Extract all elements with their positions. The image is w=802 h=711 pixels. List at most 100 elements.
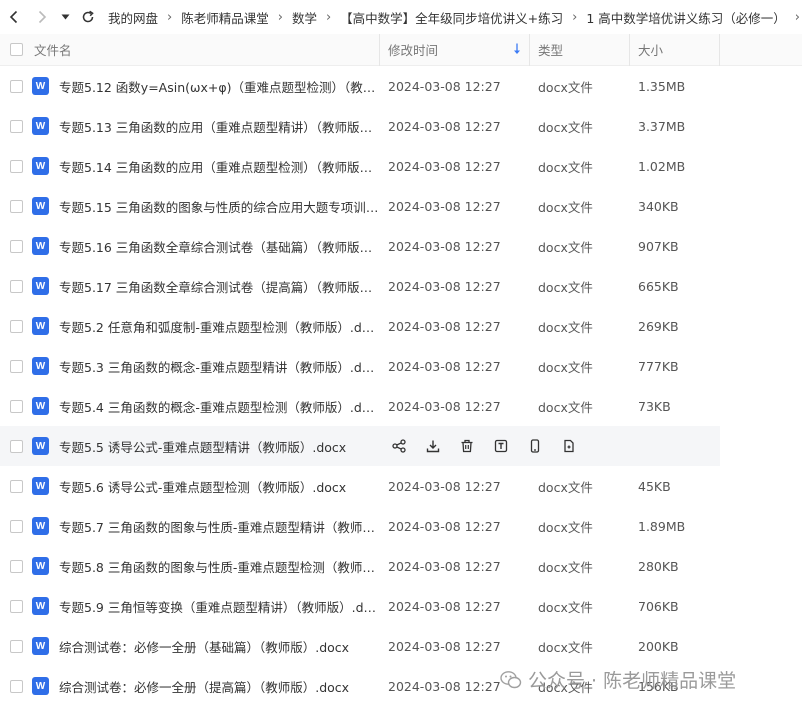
file-name-cell[interactable]: W 专题5.4 三角函数的概念-重难点题型检测（教师版）.docx xyxy=(32,397,380,416)
word-doc-icon-letter: W xyxy=(35,400,46,412)
share-button[interactable] xyxy=(388,435,410,457)
file-name-cell[interactable]: W 专题5.5 诱导公式-重难点题型精讲（教师版）.docx xyxy=(32,437,380,456)
delete-button[interactable] xyxy=(456,435,478,457)
table-row[interactable]: W 专题5.8 三角函数的图象与性质-重难点题型检测（教师版）.docx 2024-… xyxy=(0,546,802,586)
breadcrumb-item[interactable]: 【高中数学】全年级同步培优讲义+练习 xyxy=(340,8,563,27)
row-checkbox[interactable] xyxy=(9,199,23,213)
file-name[interactable]: 专题5.3 三角函数的概念-重难点题型精讲（教师版）.docx xyxy=(59,357,379,376)
back-button[interactable] xyxy=(0,3,28,31)
table-row[interactable]: W 专题5.6 诱导公式-重难点题型检测（教师版）.docx 2024-03-08 … xyxy=(0,466,802,506)
file-name-cell[interactable]: W 专题5.15 三角函数的图象与性质的综合应用大题专项训练（教师版）.docx xyxy=(32,197,380,216)
table-row[interactable]: W 专题5.12 函数y=Asin(ωx+φ)（重难点题型检测）（教师版）.doc… xyxy=(0,66,802,106)
table-row[interactable]: W 专题5.13 三角函数的应用（重难点题型精讲）（教师版）.docx 2024-0… xyxy=(0,106,802,146)
select-all-checkbox[interactable] xyxy=(9,43,23,56)
table-row[interactable]: W 专题5.9 三角恒等变换（重难点题型精讲）（教师版）.docx 2024-03-… xyxy=(0,586,802,626)
column-header-time[interactable]: 修改时间 xyxy=(380,33,530,66)
table-row[interactable]: W 综合测试卷：必修一全册（基础篇）（教师版）.docx 2024-03-08 12… xyxy=(0,626,802,666)
table-row[interactable]: W 专题5.17 三角函数全章综合测试卷（提高篇）（教师版）.docx 2024-0… xyxy=(0,266,802,306)
file-name-cell[interactable]: W 专题5.9 三角恒等变换（重难点题型精讲）（教师版）.docx xyxy=(32,597,380,616)
word-doc-icon-letter: W xyxy=(35,120,46,132)
history-dropdown-button[interactable] xyxy=(56,3,74,31)
file-name-cell[interactable]: W 专题5.17 三角函数全章综合测试卷（提高篇）（教师版）.docx xyxy=(32,277,380,296)
file-size: 3.37MB xyxy=(638,118,686,134)
column-header-type[interactable]: 类型 xyxy=(530,33,630,66)
sort-desc-icon xyxy=(514,43,520,54)
file-name[interactable]: 专题5.12 函数y=Asin(ωx+φ)（重难点题型检测）（教师版）.docx xyxy=(59,77,379,96)
column-header-name[interactable]: 文件名 xyxy=(32,33,380,66)
breadcrumb-item[interactable]: 陈老师精品课堂 xyxy=(181,8,269,27)
word-doc-icon-letter: W xyxy=(35,480,46,492)
row-checkbox[interactable] xyxy=(9,239,23,253)
file-name[interactable]: 专题5.14 三角函数的应用（重难点题型检测）（教师版）.docx xyxy=(59,157,379,176)
file-size: 200KB xyxy=(638,638,679,654)
row-checkbox[interactable] xyxy=(9,119,23,133)
download-button[interactable] xyxy=(422,435,444,457)
column-header-size[interactable]: 大小 xyxy=(630,33,720,66)
row-checkbox[interactable] xyxy=(9,679,23,693)
row-checkbox[interactable] xyxy=(9,479,23,493)
refresh-button[interactable] xyxy=(74,3,102,31)
file-name[interactable]: 专题5.15 三角函数的图象与性质的综合应用大题专项训练（教师版）.docx xyxy=(59,197,379,216)
file-name-cell[interactable]: W 专题5.3 三角函数的概念-重难点题型精讲（教师版）.docx xyxy=(32,357,380,376)
file-name[interactable]: 专题5.2 任意角和弧度制-重难点题型检测（教师版）.docx xyxy=(59,317,379,336)
file-name[interactable]: 专题5.9 三角恒等变换（重难点题型精讲）（教师版）.docx xyxy=(59,597,379,616)
row-checkbox-cell xyxy=(0,79,32,93)
table-row[interactable]: W 专题5.4 三角函数的概念-重难点题型检测（教师版）.docx 2024-03-… xyxy=(0,386,802,426)
modified-time: 2024-03-08 12:27 xyxy=(388,558,501,574)
table-row[interactable]: W 专题5.15 三角函数的图象与性质的综合应用大题专项训练（教师版）.docx 2… xyxy=(0,186,802,226)
mobile-button[interactable] xyxy=(524,435,546,457)
rename-button[interactable] xyxy=(490,435,512,457)
row-checkbox[interactable] xyxy=(9,519,23,533)
file-name-cell[interactable]: W 专题5.12 函数y=Asin(ωx+φ)（重难点题型检测）（教师版）.doc… xyxy=(32,77,380,96)
table-row[interactable]: W 专题5.3 三角函数的概念-重难点题型精讲（教师版）.docx 2024-03-… xyxy=(0,346,802,386)
file-name[interactable]: 综合测试卷：必修一全册（提高篇）（教师版）.docx xyxy=(59,677,349,696)
file-name[interactable]: 专题5.16 三角函数全章综合测试卷（基础篇）（教师版）.docx xyxy=(59,237,379,256)
table-row[interactable]: W 专题5.14 三角函数的应用（重难点题型检测）（教师版）.docx 2024-0… xyxy=(0,146,802,186)
row-checkbox[interactable] xyxy=(9,599,23,613)
file-name-cell[interactable]: W 专题5.2 任意角和弧度制-重难点题型检测（教师版）.docx xyxy=(32,317,380,336)
file-name[interactable]: 专题5.5 诱导公式-重难点题型精讲（教师版）.docx xyxy=(59,437,346,456)
table-row[interactable]: W 专题5.5 诱导公式-重难点题型精讲（教师版）.docx xyxy=(0,426,720,466)
file-name[interactable]: 专题5.8 三角函数的图象与性质-重难点题型检测（教师版）.docx xyxy=(59,557,379,576)
row-checkbox[interactable] xyxy=(9,79,23,93)
file-name-cell[interactable]: W 专题5.7 三角函数的图象与性质-重难点题型精讲（教师版）.docx xyxy=(32,517,380,536)
file-name-cell[interactable]: W 专题5.14 三角函数的应用（重难点题型检测）（教师版）.docx xyxy=(32,157,380,176)
row-checkbox-cell xyxy=(0,119,32,133)
forward-button[interactable] xyxy=(28,3,56,31)
row-checkbox[interactable] xyxy=(9,279,23,293)
file-name[interactable]: 专题5.4 三角函数的概念-重难点题型检测（教师版）.docx xyxy=(59,397,379,416)
row-checkbox[interactable] xyxy=(9,559,23,573)
file-name-cell[interactable]: W 专题5.16 三角函数全章综合测试卷（基础篇）（教师版）.docx xyxy=(32,237,380,256)
file-name[interactable]: 专题5.17 三角函数全章综合测试卷（提高篇）（教师版）.docx xyxy=(59,277,379,296)
row-checkbox[interactable] xyxy=(9,319,23,333)
row-checkbox[interactable] xyxy=(9,159,23,173)
file-name-cell[interactable]: W 综合测试卷：必修一全册（基础篇）（教师版）.docx xyxy=(32,637,380,656)
row-checkbox[interactable] xyxy=(9,359,23,373)
file-type: docx文件 xyxy=(538,319,593,335)
breadcrumb-item[interactable]: 我的网盘 xyxy=(108,8,158,27)
file-name-cell[interactable]: W 专题5.6 诱导公式-重难点题型检测（教师版）.docx xyxy=(32,477,380,496)
table-row[interactable]: W 专题5.2 任意角和弧度制-重难点题型检测（教师版）.docx 2024-03-… xyxy=(0,306,802,346)
copy-button[interactable] xyxy=(558,435,580,457)
breadcrumb-separator: › xyxy=(325,9,332,25)
word-doc-icon-letter: W xyxy=(35,440,46,452)
file-name-cell[interactable]: W 专题5.13 三角函数的应用（重难点题型精讲）（教师版）.docx xyxy=(32,117,380,136)
file-name[interactable]: 专题5.13 三角函数的应用（重难点题型精讲）（教师版）.docx xyxy=(59,117,379,136)
row-checkbox[interactable] xyxy=(9,639,23,653)
breadcrumb-item[interactable]: 数学 xyxy=(292,8,317,27)
file-name[interactable]: 综合测试卷：必修一全册（基础篇）（教师版）.docx xyxy=(59,637,349,656)
table-row[interactable]: W 专题5.16 三角函数全章综合测试卷（基础篇）（教师版）.docx 2024-0… xyxy=(0,226,802,266)
file-size: 340KB xyxy=(638,198,679,214)
file-type: docx文件 xyxy=(538,399,593,415)
word-doc-icon: W xyxy=(32,197,49,215)
watermark-text: 公众号 · 陈老师精品课堂 xyxy=(528,670,737,692)
row-checkbox[interactable] xyxy=(9,439,23,453)
breadcrumb-item[interactable]: 1 高中数学培优讲义练习（必修一） xyxy=(586,8,785,27)
file-name[interactable]: 专题5.7 三角函数的图象与性质-重难点题型精讲（教师版）.docx xyxy=(59,517,379,536)
row-checkbox[interactable] xyxy=(9,399,23,413)
file-name-cell[interactable]: W 综合测试卷：必修一全册（提高篇）（教师版）.docx xyxy=(32,677,380,696)
file-name[interactable]: 专题5.6 诱导公式-重难点题型检测（教师版）.docx xyxy=(59,477,346,496)
file-name-cell[interactable]: W 专题5.8 三角函数的图象与性质-重难点题型检测（教师版）.docx xyxy=(32,557,380,576)
table-row[interactable]: W 专题5.7 三角函数的图象与性质-重难点题型精讲（教师版）.docx 2024-… xyxy=(0,506,802,546)
word-doc-icon: W xyxy=(32,397,49,415)
